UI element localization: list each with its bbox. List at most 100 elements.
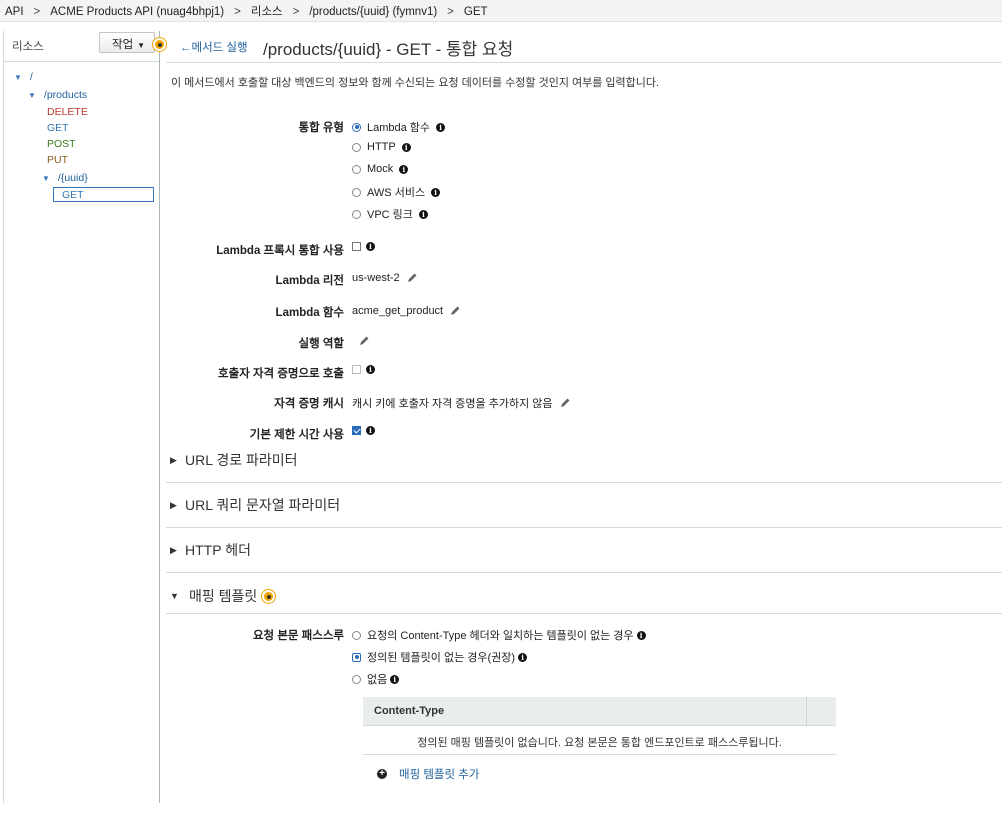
radio-never[interactable] [352, 674, 361, 684]
breadcrumb-item-method: GET [463, 6, 488, 18]
collapsed-triangle-icon: ▶ [170, 545, 177, 555]
tree-item-uuid[interactable]: ▼ /{uuid} [42, 172, 88, 184]
section-title: URL 쿼리 문자열 파라미터 [185, 497, 341, 513]
integration-type-option-lambda[interactable]: Lambda 함수 i [352, 119, 446, 135]
tree-item-label: /{uuid} [57, 172, 88, 184]
info-icon[interactable]: i [436, 122, 446, 132]
passthrough-option-when-no-match[interactable]: 요청의 Content-Type 헤더와 일치하는 템플릿이 없는 경우 i [352, 627, 646, 643]
option-label: Lambda 함수 [367, 122, 431, 134]
section-mapping-templates[interactable]: ▼ 매핑 템플릿 [166, 583, 1002, 614]
info-icon[interactable]: i [399, 164, 409, 174]
status-dot-icon [262, 590, 275, 603]
info-icon[interactable]: i [518, 652, 528, 662]
pencil-edit-icon[interactable] [559, 397, 571, 409]
radio-vpc-link[interactable] [352, 209, 361, 219]
radio-when-no-templates[interactable] [352, 652, 361, 662]
integration-type-option-mock[interactable]: Mock i [352, 163, 409, 175]
collapsed-triangle-icon: ▶ [170, 500, 177, 510]
lambda-function-value-row: acme_get_product [352, 305, 461, 317]
info-icon[interactable]: i [366, 242, 375, 251]
tree-method-put[interactable]: PUT [47, 154, 68, 166]
integration-type-option-http[interactable]: HTTP i [352, 141, 411, 153]
resize-handle-dot[interactable] [153, 38, 166, 51]
table-empty-message: 정의된 매핑 템플릿이 없습니다. 요청 본문은 통합 엔드포인트로 패스스루됩… [417, 737, 782, 749]
actions-dropdown-button[interactable]: 작업 ▼ [99, 32, 155, 53]
breadcrumb-item-api[interactable]: API [5, 6, 24, 18]
info-icon[interactable]: i [418, 209, 428, 219]
info-icon[interactable]: i [431, 187, 441, 197]
pencil-edit-icon[interactable] [406, 272, 418, 284]
lambda-proxy-control: i [352, 242, 375, 251]
expand-triangle-icon[interactable]: ▼ [42, 174, 50, 183]
lambda-proxy-checkbox[interactable] [352, 242, 361, 251]
tree-method-get[interactable]: GET [47, 122, 69, 134]
tree-method-post[interactable]: POST [47, 138, 76, 150]
tree-item-products[interactable]: ▼ /products [28, 89, 87, 101]
section-title: HTTP 헤더 [185, 542, 251, 558]
breadcrumb-separator: > [33, 6, 41, 18]
table-header: Content-Type [363, 697, 836, 726]
resources-sidebar: 리소스 작업 ▼ ▼ / ▼/products DELETE GET POST PU… [3, 31, 160, 803]
radio-lambda[interactable] [352, 122, 361, 132]
caret-down-icon: ▼ [137, 41, 146, 50]
tree-method-uuid-get-selected[interactable]: GET [53, 187, 154, 202]
radio-when-no-match[interactable] [352, 630, 361, 640]
plus-circle-icon: + [377, 769, 387, 779]
breadcrumb-item-resources[interactable]: 리소스 [251, 6, 283, 18]
section-title: 매핑 템플릿 [189, 588, 258, 604]
breadcrumb-item-resource[interactable]: /products/{uuid} (fymnv1) [309, 6, 437, 18]
expand-triangle-icon[interactable]: ▼ [14, 73, 22, 82]
pencil-edit-icon[interactable] [358, 335, 370, 347]
info-icon[interactable]: i [401, 142, 411, 152]
credentials-cache-value-row: 캐시 키에 호출자 자격 증명을 추가하지 않음 [352, 395, 571, 411]
pencil-edit-icon[interactable] [449, 305, 461, 317]
integration-type-label: 통합 유형 [298, 122, 344, 134]
radio-aws-service[interactable] [352, 187, 361, 197]
tree-method-delete[interactable]: DELETE [47, 106, 88, 118]
lambda-region-value-row: us-west-2 [352, 272, 418, 284]
passthrough-option-never[interactable]: 없음 i [352, 671, 400, 687]
arrow-left-icon: ← [180, 42, 192, 54]
radio-mock[interactable] [352, 164, 361, 174]
caller-credentials-checkbox[interactable] [352, 365, 361, 374]
credentials-cache-value: 캐시 키에 호출자 자격 증명을 추가하지 않음 [352, 398, 553, 410]
content-type-table: Content-Type 정의된 매핑 템플릿이 없습니다. 요청 본문은 통합… [363, 697, 836, 755]
section-title: URL 경로 파라미터 [185, 452, 298, 468]
lambda-proxy-label: Lambda 프록시 통합 사용 [216, 245, 344, 257]
breadcrumb-separator: > [447, 6, 454, 18]
back-link-label: 메서드 실행 [191, 42, 248, 54]
sidebar-divider [4, 61, 159, 62]
info-icon[interactable]: i [636, 630, 646, 640]
execution-role-value-row [352, 335, 370, 347]
caller-credentials-label: 호출자 자격 증명으로 호출 [218, 368, 344, 380]
section-http-headers[interactable]: ▶ HTTP 헤더 [166, 528, 1002, 573]
option-label: HTTP [367, 141, 396, 153]
option-label: 정의된 템플릿이 없는 경우(권장) [367, 652, 516, 664]
lambda-function-label: Lambda 함수 [275, 307, 344, 319]
radio-http[interactable] [352, 142, 361, 152]
info-icon[interactable]: i [366, 426, 375, 435]
lambda-region-label: Lambda 리전 [275, 275, 344, 287]
lambda-function-value: acme_get_product [352, 305, 444, 317]
page-description: 이 메서드에서 호출할 대상 백엔드의 정보와 함께 수신되는 요청 데이터를 … [171, 77, 660, 89]
integration-type-option-vpc-link[interactable]: VPC 링크 i [352, 206, 428, 222]
info-icon[interactable]: i [390, 674, 400, 684]
add-mapping-template-button[interactable]: + 매핑 템플릿 추가 [377, 766, 479, 782]
passthrough-option-when-no-templates[interactable]: 정의된 템플릿이 없는 경우(권장) i [352, 649, 528, 665]
integration-type-option-aws-service[interactable]: AWS 서비스 i [352, 184, 441, 200]
section-url-query-parameters[interactable]: ▶ URL 쿼리 문자열 파라미터 [166, 483, 1002, 528]
default-timeout-control: i [352, 426, 375, 435]
column-divider [806, 697, 807, 726]
actions-button-label: 작업 [112, 39, 134, 51]
option-label: VPC 링크 [367, 209, 413, 221]
tree-item-root[interactable]: ▼ / [14, 71, 33, 83]
method-execution-back-link[interactable]: ←메서드 실행 [180, 39, 248, 55]
expand-triangle-icon[interactable]: ▼ [28, 91, 36, 100]
info-icon[interactable]: i [366, 365, 375, 374]
option-label: 없음 [367, 674, 388, 686]
default-timeout-checkbox[interactable] [352, 426, 361, 435]
breadcrumb-item-api-name[interactable]: ACME Products API (nuag4bhpj1) [50, 6, 224, 18]
option-label: AWS 서비스 [367, 187, 426, 199]
execution-role-label: 실행 역할 [298, 338, 344, 350]
section-url-path-parameters[interactable]: ▶ URL 경로 파라미터 [166, 438, 1002, 483]
